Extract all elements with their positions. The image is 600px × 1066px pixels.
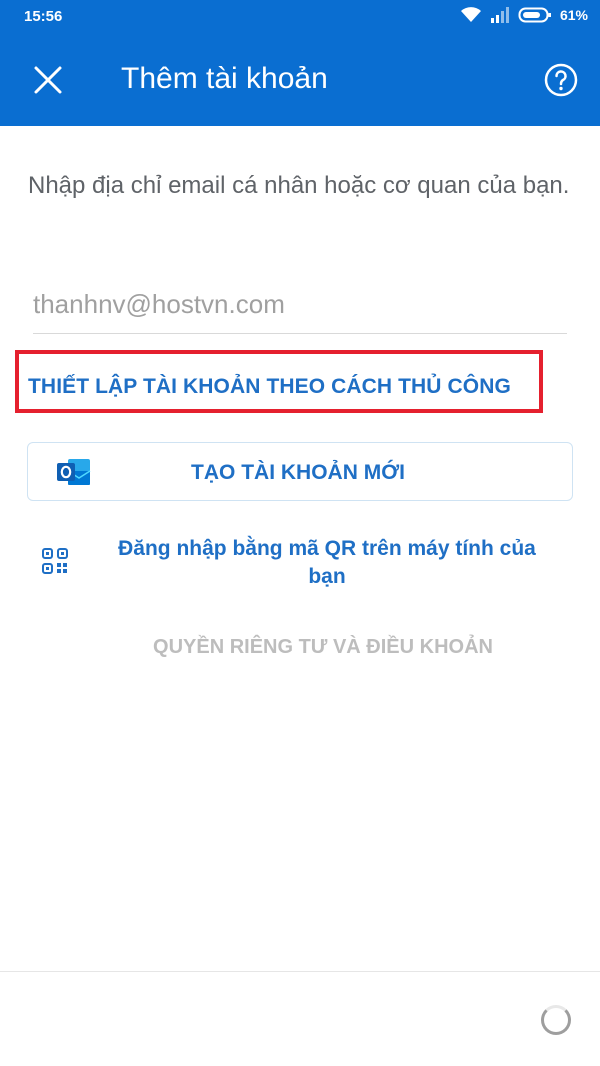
create-account-button[interactable]: TẠO TÀI KHOẢN MỚI	[27, 442, 573, 501]
qr-signin-row[interactable]: Đăng nhập bằng mã QR trên máy tính của b…	[42, 535, 572, 595]
privacy-terms-link[interactable]: QUYỀN RIÊNG TƯ VÀ ĐIỀU KHOẢN	[0, 636, 600, 659]
page-title: Thêm tài khoản	[121, 62, 328, 95]
wifi-icon	[460, 7, 481, 22]
status-bar: 15:56 61%	[0, 0, 600, 34]
loading-spinner-icon	[541, 1005, 571, 1035]
close-icon[interactable]	[28, 60, 68, 100]
status-time: 15:56	[24, 8, 63, 25]
manual-setup-link[interactable]: THIẾT LẬP TÀI KHOẢN THEO CÁCH THỦ CÔNG	[28, 375, 511, 399]
battery-percent: 61%	[559, 7, 588, 23]
bottom-divider	[0, 971, 600, 972]
email-input[interactable]	[33, 276, 567, 334]
battery-icon	[518, 7, 551, 23]
status-icons: 61%	[460, 6, 588, 24]
qr-code-icon	[42, 548, 68, 574]
qr-signin-label: Đăng nhập bằng mã QR trên máy tính của b…	[118, 537, 536, 588]
help-icon[interactable]	[544, 63, 578, 97]
signal-icon	[490, 7, 509, 23]
app-bar: Thêm tài khoản	[0, 34, 600, 126]
create-account-label: TẠO TÀI KHOẢN MỚI	[191, 461, 405, 484]
email-prompt: Nhập địa chỉ email cá nhân hoặc cơ quan …	[28, 172, 570, 199]
